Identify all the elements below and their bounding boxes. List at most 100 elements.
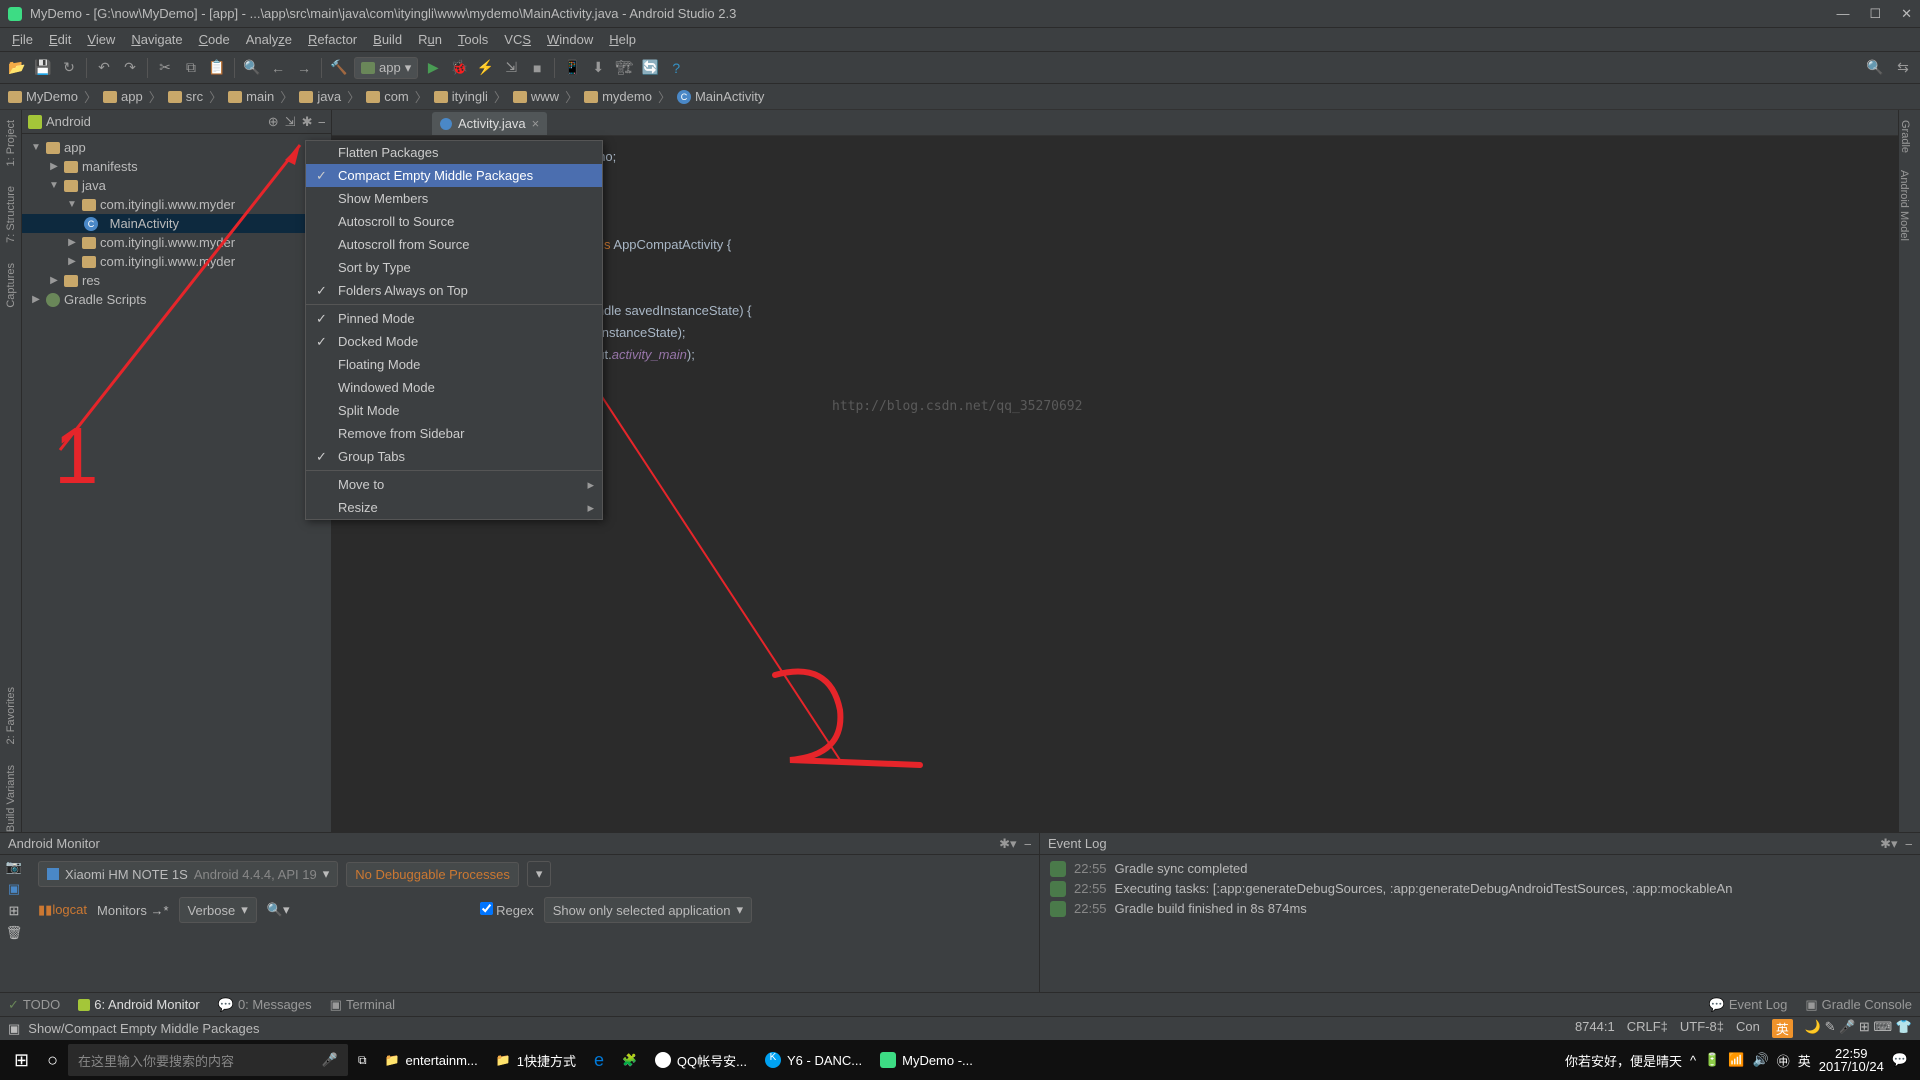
sdk-icon[interactable]: ⬇ [587,57,609,79]
sync-icon[interactable]: ↻ [58,57,80,79]
record-icon[interactable]: ▣ [8,881,20,897]
logcat-tab[interactable]: ▮▮logcat [38,902,87,918]
ctx-docked[interactable]: Docked Mode [306,330,602,353]
task-shortcut[interactable]: 📁1快捷方式 [488,1044,584,1076]
crumb-java[interactable]: java [299,89,341,104]
undo-icon[interactable]: ↶ [93,57,115,79]
tray-lang-icon[interactable]: 英 [1798,1051,1811,1070]
menu-edit[interactable]: Edit [41,30,79,49]
open-icon[interactable]: 📂 [6,57,28,79]
tree-gradle[interactable]: ▶Gradle Scripts [22,290,331,309]
ctx-folders-top[interactable]: Folders Always on Top [306,279,602,302]
menu-file[interactable]: File [4,30,41,49]
collapse-icon[interactable]: ⇲ [285,114,296,130]
crumb-app[interactable]: app [103,89,143,104]
structure-icon[interactable]: 🏗 [613,57,635,79]
menu-vcs[interactable]: VCS [496,30,539,49]
ime-indicator[interactable]: 英 [1772,1019,1793,1038]
tab-build-variants[interactable]: Build Variants [5,765,17,832]
tab-gradle-console[interactable]: ▣Gradle Console [1805,997,1912,1013]
run-config-select[interactable]: app▾ [354,57,418,79]
target-icon[interactable]: ⊕ [268,114,279,130]
copy-icon[interactable]: ⧉ [180,57,202,79]
crumb-main[interactable]: main [228,89,274,104]
tab-captures[interactable]: Captures [5,263,17,308]
tree-manifests[interactable]: ▶manifests [22,157,331,176]
close-tab-icon[interactable]: × [532,116,540,131]
search-logcat[interactable]: 🔍▾ [267,902,290,918]
tab-terminal[interactable]: ▣Terminal [330,997,395,1013]
ctx-remove-sidebar[interactable]: Remove from Sidebar [306,422,602,445]
tray-notif-icon[interactable]: 💬 [1892,1052,1908,1068]
crumb-mydemo2[interactable]: mydemo [584,89,652,104]
task-mydemo[interactable]: MyDemo -... [872,1044,981,1076]
monitor-gear-icon[interactable]: ✱▾ [999,836,1016,852]
gradle-sync-icon[interactable]: 🔄 [639,57,661,79]
task-edge[interactable]: e [586,1044,612,1076]
search-everywhere-icon[interactable]: 🔍 [1864,57,1886,79]
ctx-floating[interactable]: Floating Mode [306,353,602,376]
tab-android-monitor[interactable]: 6: Android Monitor [78,997,200,1012]
menu-analyze[interactable]: Analyze [238,30,300,49]
tree-pkg1[interactable]: ▼com.ityingli.www.myder [22,195,331,214]
ctx-windowed[interactable]: Windowed Mode [306,376,602,399]
tab-todo[interactable]: ✓TODO [8,997,60,1013]
monitors-tab[interactable]: Monitors →* [97,903,169,918]
regex-checkbox[interactable] [480,902,493,915]
ctx-pinned[interactable]: Pinned Mode [306,307,602,330]
redo-icon[interactable]: ↷ [119,57,141,79]
tree-java[interactable]: ▼java [22,176,331,195]
status-ctx[interactable]: Con [1736,1019,1760,1038]
profile-icon[interactable]: ⚡ [474,57,496,79]
close-button[interactable]: ✕ [1901,6,1912,22]
crumb-com[interactable]: com [366,89,409,104]
tab-android-model[interactable]: Android Model [1898,170,1910,241]
crumb-mainactivity[interactable]: CMainActivity [677,89,764,104]
crumb-ityingli[interactable]: ityingli [434,89,488,104]
menu-view[interactable]: View [79,30,123,49]
ctx-flatten[interactable]: Flatten Packages [306,141,602,164]
ctx-autoscroll-from[interactable]: Autoscroll from Source [306,233,602,256]
crumb-www[interactable]: www [513,89,559,104]
menu-build[interactable]: Build [365,30,410,49]
menu-help[interactable]: Help [601,30,644,49]
status-crlf[interactable]: CRLF‡ [1627,1019,1668,1038]
menu-navigate[interactable]: Navigate [123,30,190,49]
paste-icon[interactable]: 📋 [206,57,228,79]
back-icon[interactable]: ← [267,57,289,79]
save-icon[interactable]: 💾 [32,57,54,79]
ctx-sort[interactable]: Sort by Type [306,256,602,279]
tray-up-icon[interactable]: ^ [1690,1053,1696,1068]
tray-date[interactable]: 2017/10/24 [1819,1060,1884,1073]
crumb-mydemo[interactable]: MyDemo [8,89,78,104]
help-icon[interactable]: ? [665,57,687,79]
process-dropdown[interactable]: ▾ [527,861,552,887]
loglevel-select[interactable]: Verbose▾ [179,897,257,923]
status-icon[interactable]: ▣ [8,1021,20,1037]
ctx-move-to[interactable]: Move to [306,473,602,496]
tray-battery-icon[interactable]: 🔋 [1704,1052,1720,1068]
task-entertainment[interactable]: 📁entertainm... [377,1044,486,1076]
make-icon[interactable]: 🔨 [328,57,350,79]
forward-icon[interactable]: → [293,57,315,79]
tree-mainactivity[interactable]: C MainActivity [22,214,331,233]
ctx-resize[interactable]: Resize [306,496,602,519]
layout-icon[interactable]: ⊞ [9,903,20,919]
screenshot-icon[interactable]: 📷 [6,859,22,875]
menu-run[interactable]: Run [410,30,450,49]
tree-res[interactable]: ▶res [22,271,331,290]
trash-icon[interactable]: 🗑 [6,925,23,941]
filter-select[interactable]: Show only selected application▾ [544,897,752,923]
menu-code[interactable]: Code [191,30,238,49]
tab-event-log[interactable]: 💬Event Log [1709,997,1788,1013]
task-app1[interactable]: 🧩 [614,1044,645,1076]
ctx-group-tabs[interactable]: Group Tabs [306,445,602,468]
menu-window[interactable]: Window [539,30,601,49]
ctx-compact[interactable]: Compact Empty Middle Packages [306,164,602,187]
cut-icon[interactable]: ✂ [154,57,176,79]
start-button[interactable]: ⊞ [6,1044,37,1076]
attach-icon[interactable]: ⇲ [500,57,522,79]
tray-wifi-icon[interactable]: 📶 [1728,1052,1744,1068]
tab-favorites[interactable]: 2: Favorites [5,687,17,744]
ctx-autoscroll-to[interactable]: Autoscroll to Source [306,210,602,233]
